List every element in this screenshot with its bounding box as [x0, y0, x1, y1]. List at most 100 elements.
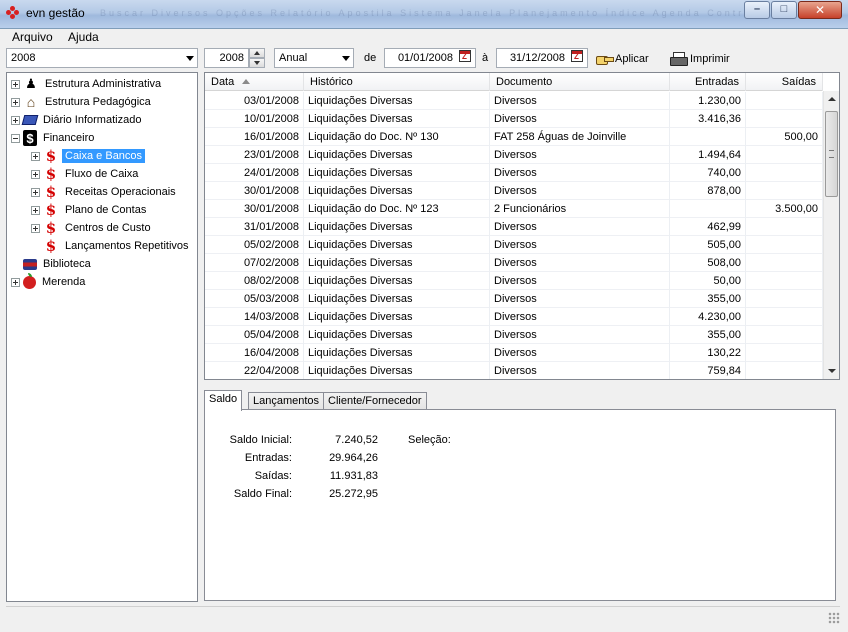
table-row[interactable]: 08/02/2008 Liquidações Diversas Diversos 50… [205, 272, 823, 290]
expand-icon[interactable] [31, 205, 40, 215]
tab-lancamentos[interactable]: Lançamentos [248, 392, 325, 410]
period-select[interactable]: Anual [274, 48, 354, 68]
close-button[interactable]: ✕ [798, 1, 842, 19]
minimize-button[interactable]: – [744, 1, 770, 19]
column-header-saidas[interactable]: Saídas [746, 73, 823, 91]
cell-entradas: 4.230,00 [670, 308, 746, 326]
tab-cliente-fornecedor[interactable]: Cliente/Fornecedor [323, 392, 427, 410]
tree-item[interactable]: ⌂ Estrutura Pedagógica [11, 93, 154, 111]
tree-item[interactable]: ♟ Estrutura Administrativa [11, 75, 164, 93]
cell-documento: Diversos [490, 308, 670, 326]
column-header-historico[interactable]: Histórico [304, 73, 490, 91]
table-row[interactable]: 05/02/2008 Liquidações Diversas Diversos 50… [205, 236, 823, 254]
table-row[interactable]: 22/04/2008 Liquidações Diversas Diversos 75… [205, 362, 823, 379]
tree-item-label: Lançamentos Repetitivos [65, 240, 189, 252]
year-select[interactable]: 2008 [6, 48, 198, 68]
table-row[interactable]: 07/02/2008 Liquidações Diversas Diversos 50… [205, 254, 823, 272]
tree-item-label: Centros de Custo [65, 222, 151, 234]
table-row[interactable]: 10/01/2008 Liquidações Diversas Diversos 3.… [205, 110, 823, 128]
cell-entradas: 505,00 [670, 236, 746, 254]
tree-item[interactable]: $ Fluxo de Caixa [31, 165, 141, 183]
saldo-final-label: Saldo Final: [233, 488, 292, 500]
column-header-documento[interactable]: Documento [490, 73, 670, 91]
dollar-icon: $ [45, 237, 57, 255]
resize-grip-icon[interactable] [828, 612, 840, 624]
tree-item[interactable]: $ Caixa e Bancos [31, 147, 146, 165]
close-icon: ✕ [814, 3, 826, 17]
minimize-icon: – [753, 3, 761, 15]
org-icon: ♟ [25, 76, 37, 91]
expand-icon[interactable] [31, 223, 40, 233]
expand-icon[interactable] [11, 97, 20, 107]
cell-data: 07/02/2008 [205, 254, 304, 272]
tree-item[interactable]: $ Plano de Contas [31, 201, 149, 219]
expand-icon[interactable] [31, 169, 40, 179]
expand-icon[interactable] [11, 79, 20, 89]
filter-toolbar: 2008 2008 Anual de 01/01/2008 à 31/12/20… [0, 46, 848, 70]
cell-documento: Diversos [490, 362, 670, 379]
sort-ascending-icon [242, 79, 251, 84]
table-row[interactable]: 03/01/2008 Liquidações Diversas Diversos 1.… [205, 92, 823, 110]
spin-up-button[interactable] [249, 48, 265, 58]
cell-historico: Liquidações Diversas [304, 110, 490, 128]
cell-data: 14/03/2008 [205, 308, 304, 326]
year-select-value: 2008 [11, 52, 36, 64]
tree-item[interactable]: Diário Informatizado [11, 111, 144, 129]
cell-historico: Liquidações Diversas [304, 92, 490, 110]
cell-documento: Diversos [490, 344, 670, 362]
de-label: de [364, 52, 377, 64]
cell-documento: Diversos [490, 164, 670, 182]
table-row[interactable]: 30/01/2008 Liquidação do Doc. Nº 123 2 Fun… [205, 200, 823, 218]
expand-icon[interactable] [11, 115, 20, 125]
school-icon: ⌂ [26, 94, 36, 110]
apply-button[interactable]: Aplicar [596, 50, 649, 68]
grid-vertical-scrollbar[interactable] [823, 91, 839, 379]
tree-item[interactable]: $ Lançamentos Repetitivos [31, 237, 192, 255]
table-row[interactable]: 24/01/2008 Liquidações Diversas Diversos 74… [205, 164, 823, 182]
scroll-thumb[interactable] [825, 111, 838, 197]
table-row[interactable]: 16/01/2008 Liquidação do Doc. Nº 130 FAT 2… [205, 128, 823, 146]
year-spin-input[interactable]: 2008 [204, 48, 249, 68]
cell-entradas: 3.416,36 [670, 110, 746, 128]
tree-item[interactable]: Biblioteca [11, 255, 94, 273]
expand-icon[interactable] [31, 187, 40, 197]
cell-historico: Liquidação do Doc. Nº 123 [304, 200, 490, 218]
column-header-data[interactable]: Data [205, 73, 304, 91]
tree-item[interactable]: $ Financeiro [11, 129, 97, 147]
menu-arquivo[interactable]: Arquivo [12, 30, 53, 44]
tree-item-label: Financeiro [43, 132, 95, 144]
print-button[interactable]: Imprimir [670, 50, 730, 68]
cell-historico: Liquidações Diversas [304, 326, 490, 344]
cell-data: 05/03/2008 [205, 290, 304, 308]
table-row[interactable]: 16/04/2008 Liquidações Diversas Diversos 13… [205, 344, 823, 362]
cell-historico: Liquidações Diversas [304, 164, 490, 182]
cell-saidas [746, 92, 823, 110]
calendar-icon[interactable] [459, 50, 471, 62]
table-row[interactable]: 05/04/2008 Liquidações Diversas Diversos 35… [205, 326, 823, 344]
spin-down-button[interactable] [249, 58, 265, 68]
collapse-icon[interactable] [11, 133, 20, 143]
cell-data: 16/04/2008 [205, 344, 304, 362]
expand-icon[interactable] [11, 277, 20, 287]
table-row[interactable]: 31/01/2008 Liquidações Diversas Diversos 46… [205, 218, 823, 236]
cell-entradas: 355,00 [670, 326, 746, 344]
maximize-button[interactable]: □ [771, 1, 797, 19]
scroll-up-button[interactable] [824, 91, 839, 107]
apple-icon [23, 272, 36, 289]
expand-icon[interactable] [31, 151, 40, 161]
table-row[interactable]: 05/03/2008 Liquidações Diversas Diversos 35… [205, 290, 823, 308]
cell-data: 30/01/2008 [205, 200, 304, 218]
tree-item[interactable]: $ Centros de Custo [31, 219, 154, 237]
cell-entradas: 508,00 [670, 254, 746, 272]
calendar-icon[interactable] [571, 50, 583, 62]
tab-saldo[interactable]: Saldo [204, 390, 243, 411]
column-header-entradas[interactable]: Entradas [670, 73, 746, 91]
scroll-down-button[interactable] [824, 363, 839, 379]
cell-saidas [746, 218, 823, 236]
tree-item[interactable]: Merenda [11, 272, 88, 291]
tree-item[interactable]: $ Receitas Operacionais [31, 183, 179, 201]
table-row[interactable]: 30/01/2008 Liquidações Diversas Diversos 87… [205, 182, 823, 200]
table-row[interactable]: 14/03/2008 Liquidações Diversas Diversos 4.… [205, 308, 823, 326]
menu-ajuda[interactable]: Ajuda [68, 30, 99, 44]
table-row[interactable]: 23/01/2008 Liquidações Diversas Diversos 1.… [205, 146, 823, 164]
